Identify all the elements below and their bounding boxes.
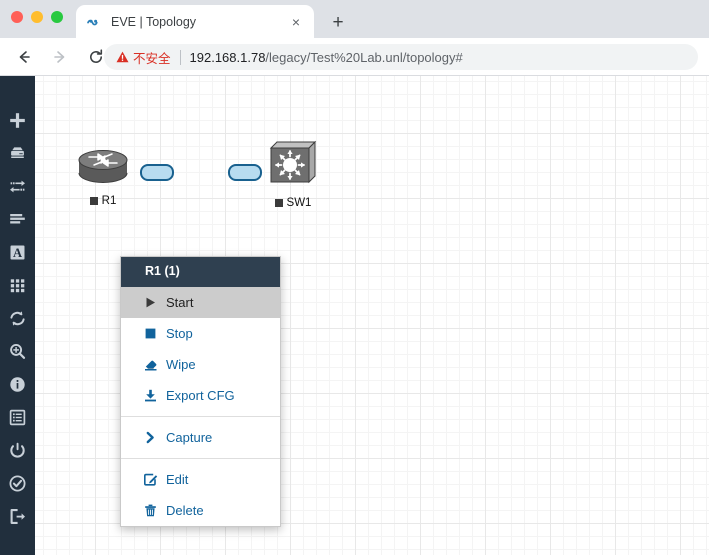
node-name-text: SW1 [286,197,312,209]
sidebar-item-logout[interactable] [0,500,35,533]
app-root: EVE | Topology × + 不安全 192.168.1.78/lega… [0,0,709,555]
maximize-window-button[interactable] [51,11,63,23]
text-a-icon: A [8,243,27,262]
close-window-button[interactable] [11,11,23,23]
stop-icon [144,327,161,340]
context-menu-item-label: Capture [166,429,213,445]
url-text: 192.168.1.78/legacy/Test%20Lab.unl/topol… [190,50,463,65]
context-menu-item-stop[interactable]: Stop [121,317,280,349]
context-menu-item-label: Edit [166,471,189,487]
check-circle-icon [8,474,27,493]
forward-icon[interactable] [46,43,74,71]
sidebar-item-add-link[interactable] [0,170,35,203]
context-menu-item-export-cfg[interactable]: Export CFG [121,379,280,411]
trash-icon [144,504,161,517]
eraser-icon [144,358,161,371]
context-menu-item-label: Export CFG [166,387,235,403]
download-icon [144,389,161,402]
chevron-right-icon [144,431,161,444]
info-circle-icon [8,375,27,394]
context-menu-item-label: Wipe [166,356,196,372]
plus-icon [8,111,27,130]
node-box-icon [8,144,27,163]
context-menu-divider [121,457,280,459]
power-icon [8,441,27,460]
context-menu-item-delete[interactable]: Delete [121,494,280,526]
sidebar-item-add-network[interactable] [0,137,35,170]
context-menu-title: R1 (1) [121,257,280,287]
sidebar-item-power[interactable] [0,434,35,467]
context-menu-divider [121,415,280,417]
context-menu-item-label: Stop [166,325,193,341]
eve-logo-icon [86,14,102,30]
browser-tab-strip: EVE | Topology × + [0,0,709,38]
interface-badge-right[interactable] [228,164,262,181]
refresh-icon [8,309,27,328]
sidebar-item-status[interactable] [0,368,35,401]
address-bar[interactable]: 不安全 192.168.1.78/legacy/Test%20Lab.unl/t… [104,44,698,70]
list-panel-icon [8,408,27,427]
topology-node-r1[interactable]: R1 [75,146,131,207]
context-menu-item-label: Start [166,294,194,310]
close-icon[interactable]: × [288,14,304,30]
node-context-menu: R1 (1) Start Stop Wipe Export CFG Captur… [120,256,281,527]
minimize-window-button[interactable] [31,11,43,23]
browser-tab[interactable]: EVE | Topology × [76,5,314,38]
sidebar-item-refresh[interactable] [0,302,35,335]
sidebar-item-add-picture[interactable] [0,203,35,236]
eve-page: A R1 SW1 R1 (1) Start Stop Wipe Export C… [0,76,709,555]
magnifier-plus-icon [8,342,27,361]
new-tab-button[interactable]: + [326,10,350,34]
omnibox-divider [179,49,181,65]
lines-icon [8,210,27,229]
sidebar-item-logs[interactable] [0,401,35,434]
sidebar-item-add-node[interactable] [0,104,35,137]
security-label: 不安全 [133,51,171,66]
node-label-sw1: SW1 [274,197,312,209]
node-name-text: R1 [101,195,117,207]
sidebar-item-zoom[interactable] [0,335,35,368]
context-menu-item-capture[interactable]: Capture [121,421,280,453]
node-status-indicator [89,197,98,205]
interface-badge-left[interactable] [140,164,174,181]
sidebar-item-add-text[interactable]: A [0,236,35,269]
context-menu-item-label: Delete [166,502,204,518]
browser-tab-title: EVE | Topology [111,14,197,29]
pencil-square-icon [144,473,161,486]
context-menu-item-start[interactable]: Start [121,286,280,318]
grid-dots-icon [8,276,27,295]
svg-text:A: A [13,246,22,260]
eve-sidebar: A [0,76,35,555]
context-menu-item-wipe[interactable]: Wipe [121,348,280,380]
security-indicator[interactable]: 不安全 [116,48,171,67]
router-icon [75,146,131,193]
sidebar-item-check[interactable] [0,467,35,500]
window-controls [11,11,63,23]
sidebar-item-grid[interactable] [0,269,35,302]
context-menu-item-edit[interactable]: Edit [121,463,280,495]
warning-triangle-icon [116,51,129,63]
switch-icon [267,138,319,195]
url-host: 192.168.1.78 [189,49,266,65]
back-icon[interactable] [10,43,38,71]
url-path: /legacy/Test%20Lab.unl/topology# [265,49,463,65]
node-label-r1: R1 [89,195,117,207]
link-arrows-icon [8,177,27,196]
play-icon [144,296,161,309]
logout-icon [8,507,27,526]
node-status-indicator [274,199,283,207]
topology-node-sw1[interactable]: SW1 [267,138,319,209]
